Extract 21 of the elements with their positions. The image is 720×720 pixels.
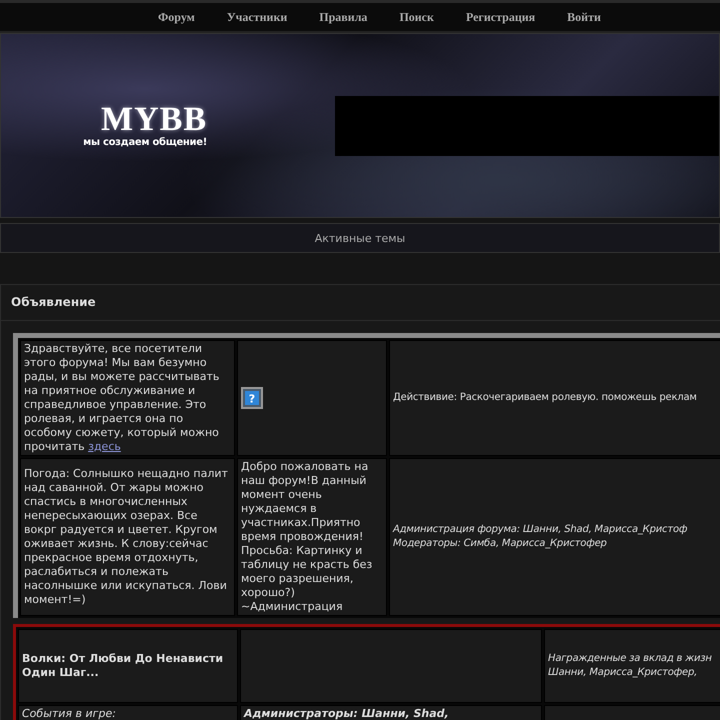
link[interactable]: здесь bbox=[88, 440, 121, 453]
question-icon: ? bbox=[241, 387, 263, 409]
nav-link[interactable]: Регистрация bbox=[454, 10, 548, 24]
table-cell: Волки: От Любви До Ненависти Один Шаг... bbox=[18, 629, 238, 703]
table-cell: Награжденные за вклад в жизн Шанни, Марисса_Кристофер, bbox=[544, 629, 720, 703]
table-cell: Погода: Солнышко нещадно палит над саванной. От жары можно спастись в многочисленных непересыхающих озерах. Все вокрг радуется и цветет. Кругом оживает жизнь. К слову:сейчас прекрасное время отдохнуть, раслабиться и полежать насолнышке или искупаться. Лови момент!=) bbox=[20, 458, 235, 616]
nav-link[interactable]: Правила bbox=[307, 10, 380, 24]
section-title: Объявление bbox=[1, 285, 720, 321]
table-cell: Здравствуйте, все посетители этого форума! Мы вам безумно рады, и вы можете рассчитывать на приятное обслуживание и справедливое управление. Это ролевая, и играется она по особому сюжету, который можно прочитать здесь bbox=[20, 340, 235, 456]
table-cell: События в игре: bbox=[18, 705, 238, 720]
table-cell: Администрация форума: Шанни, Shad, Марисса_Кристоф Модераторы: Симба, Марисса_Кристофер bbox=[389, 458, 720, 616]
nav-link[interactable]: Войти bbox=[555, 10, 613, 24]
logo-slogan: мы создаем общение! bbox=[83, 137, 207, 148]
logo-text: MYBB bbox=[101, 103, 207, 137]
nav-link[interactable]: Поиск bbox=[387, 10, 446, 24]
active-topics-link[interactable]: Активные темы bbox=[314, 232, 406, 244]
table-cell: Действивие: Раскочегариваем ролевую. поможешь реклам bbox=[389, 340, 720, 456]
table-cell: Администраторы: Шанни, Shad, bbox=[240, 705, 542, 720]
nav-link[interactable]: Участники bbox=[214, 10, 300, 24]
table-cell: Добро пожаловать на наш форум!В данный момент очень нуждаемся в участниках.Приятно время провождения! Просьба: Картинку и таблицу не красть без моего разрешения, хорошо?) ~Администрация bbox=[237, 458, 387, 616]
nav-link[interactable]: Форум bbox=[146, 10, 207, 24]
